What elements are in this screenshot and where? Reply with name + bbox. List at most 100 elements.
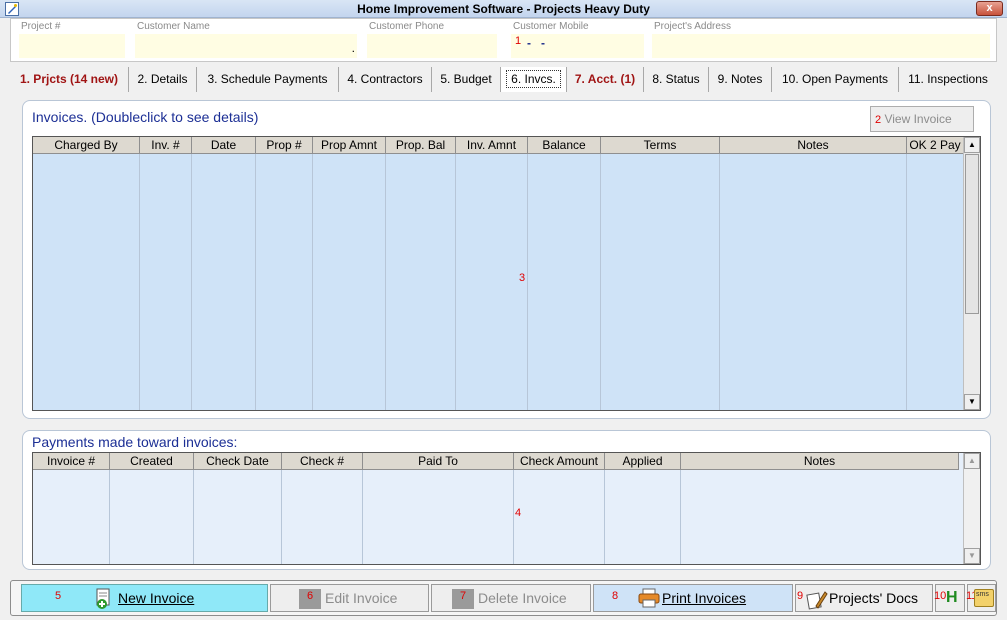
tab-budget[interactable]: 5. Budget [432, 67, 501, 92]
customer-name-value[interactable]: . [135, 34, 357, 58]
col-notes[interactable]: Notes [720, 137, 907, 154]
col-inv-amount[interactable]: Inv. Amnt [456, 137, 528, 154]
tab-details[interactable]: 2. Details [129, 67, 197, 92]
scroll-down-icon[interactable]: ▼ [964, 394, 980, 410]
col-applied[interactable]: Applied [605, 453, 681, 470]
tab-inspections[interactable]: 11. Inspections [899, 67, 997, 92]
payments-scrollbar[interactable]: ▲ ▼ [963, 453, 980, 564]
customer-phone-field: Customer Phone [363, 19, 501, 61]
tab-status[interactable]: 8. Status [644, 67, 709, 92]
col-check-amount[interactable]: Check Amount [514, 453, 605, 470]
scroll-up-icon[interactable]: ▲ [964, 137, 980, 153]
customer-mobile-field: Customer Mobile 1 - - [507, 19, 648, 61]
payments-grid[interactable]: Invoice # Created Check Date Check # Pai… [32, 452, 981, 565]
marker-1: 1 [515, 35, 522, 47]
marker-3: 3 [519, 272, 526, 284]
invoices-grid[interactable]: Charged By Inv. # Date Prop # Prop Amnt … [32, 136, 981, 411]
col-terms[interactable]: Terms [601, 137, 720, 154]
projects-docs-button[interactable]: 9 Projects' Docs [795, 584, 933, 612]
tab-schedule-payments[interactable]: 3. Schedule Payments [197, 67, 339, 92]
sms-button[interactable]: 11 sms [966, 584, 996, 612]
grid-line [362, 470, 363, 564]
new-invoice-label: New Invoice [118, 590, 195, 606]
tab-contractors[interactable]: 4. Contractors [339, 67, 432, 92]
project-address-value[interactable] [652, 34, 990, 58]
payments-title: Payments made toward invoices: [32, 434, 238, 450]
marker-2: 2 [875, 114, 882, 126]
col-prop-amount[interactable]: Prop Amnt [313, 137, 386, 154]
payments-panel: Payments made toward invoices: Invoice #… [22, 430, 991, 570]
col-prop-balance[interactable]: Prop. Bal [386, 137, 456, 154]
payments-grid-header: Invoice # Created Check Date Check # Pai… [33, 453, 959, 470]
new-document-icon [94, 588, 114, 609]
help-button[interactable]: 10 H [934, 584, 965, 612]
col-inv-number[interactable]: Inv. # [140, 137, 192, 154]
project-address-label: Project's Address [654, 21, 731, 32]
marker-4: 4 [515, 507, 522, 519]
grid-line [604, 470, 605, 564]
project-number-value[interactable] [19, 34, 125, 58]
customer-name-field: Customer Name . [131, 19, 361, 61]
col-charged-by[interactable]: Charged By [33, 137, 140, 154]
project-number-field: Project # [15, 19, 129, 61]
window-title: Home Improvement Software - Projects Hea… [357, 2, 650, 16]
delete-invoice-button[interactable]: 7 Delete Invoice [431, 584, 591, 612]
col-invoice-number[interactable]: Invoice # [33, 453, 110, 470]
grid-line [455, 154, 456, 410]
scroll-up-icon[interactable]: ▲ [964, 453, 980, 469]
grid-line [193, 470, 194, 564]
col-ok-to-pay[interactable]: OK 2 Pay [907, 137, 964, 154]
project-header: Project # Customer Name . Customer Phone… [10, 18, 997, 62]
print-invoices-label: Print Invoices [662, 590, 747, 606]
close-window-button[interactable]: x [976, 1, 1003, 16]
view-invoice-label: View Invoice [884, 112, 952, 126]
invoices-scrollbar[interactable]: ▲ ▼ [963, 137, 980, 410]
grid-line [680, 470, 681, 564]
customer-name-text: . [351, 41, 355, 55]
tab-bar: 1. Prjcts (14 new) 2. Details 3. Schedul… [10, 67, 997, 92]
project-number-label: Project # [21, 21, 61, 32]
tab-projects[interactable]: 1. Prjcts (14 new) [10, 67, 129, 92]
grid-line [906, 154, 907, 410]
marker-6: 6 [307, 590, 314, 602]
scroll-down-icon[interactable]: ▼ [964, 548, 980, 564]
col-check-date[interactable]: Check Date [194, 453, 282, 470]
customer-phone-value[interactable] [367, 34, 497, 58]
new-invoice-button[interactable]: 5 New Invoice [21, 584, 268, 612]
sms-icon: sms [974, 589, 994, 607]
tab-invoices[interactable]: 6. Invcs. [501, 67, 567, 92]
col-prop-number[interactable]: Prop # [256, 137, 313, 154]
documents-icon [806, 588, 828, 610]
edit-invoice-button[interactable]: 6 Edit Invoice [270, 584, 429, 612]
delete-invoice-label: Delete Invoice [478, 590, 567, 606]
tab-open-payments[interactable]: 10. Open Payments [772, 67, 899, 92]
grid-line [191, 154, 192, 410]
grid-line [312, 154, 313, 410]
col-payment-notes[interactable]: Notes [681, 453, 959, 470]
scroll-thumb[interactable] [965, 154, 979, 314]
printer-icon [638, 588, 660, 608]
tab-invoices-label: 6. Invcs. [506, 70, 561, 88]
col-check-number[interactable]: Check # [282, 453, 363, 470]
marker-8: 8 [612, 590, 619, 602]
marker-10: 10 [934, 590, 947, 602]
grid-line [281, 470, 282, 564]
project-address-field: Project's Address [648, 19, 994, 61]
col-paid-to[interactable]: Paid To [363, 453, 514, 470]
customer-mobile-text: - - [527, 36, 545, 50]
invoices-title: Invoices. (Doubleclick to see details) [32, 109, 259, 125]
title-bar: Home Improvement Software - Projects Hea… [0, 0, 1007, 18]
grid-line [527, 154, 528, 410]
col-date[interactable]: Date [192, 137, 256, 154]
tab-notes[interactable]: 9. Notes [709, 67, 772, 92]
col-created[interactable]: Created [110, 453, 194, 470]
view-invoice-button[interactable]: 2 View Invoice [870, 106, 974, 132]
invoices-panel: Invoices. (Doubleclick to see details) 2… [22, 100, 991, 419]
grid-line [255, 154, 256, 410]
col-balance[interactable]: Balance [528, 137, 601, 154]
tab-accounting[interactable]: 7. Acct. (1) [567, 67, 644, 92]
grid-line [385, 154, 386, 410]
marker-7: 7 [460, 590, 467, 602]
print-invoices-button[interactable]: 8 Print Invoices [593, 584, 793, 612]
marker-9: 9 [797, 590, 804, 602]
